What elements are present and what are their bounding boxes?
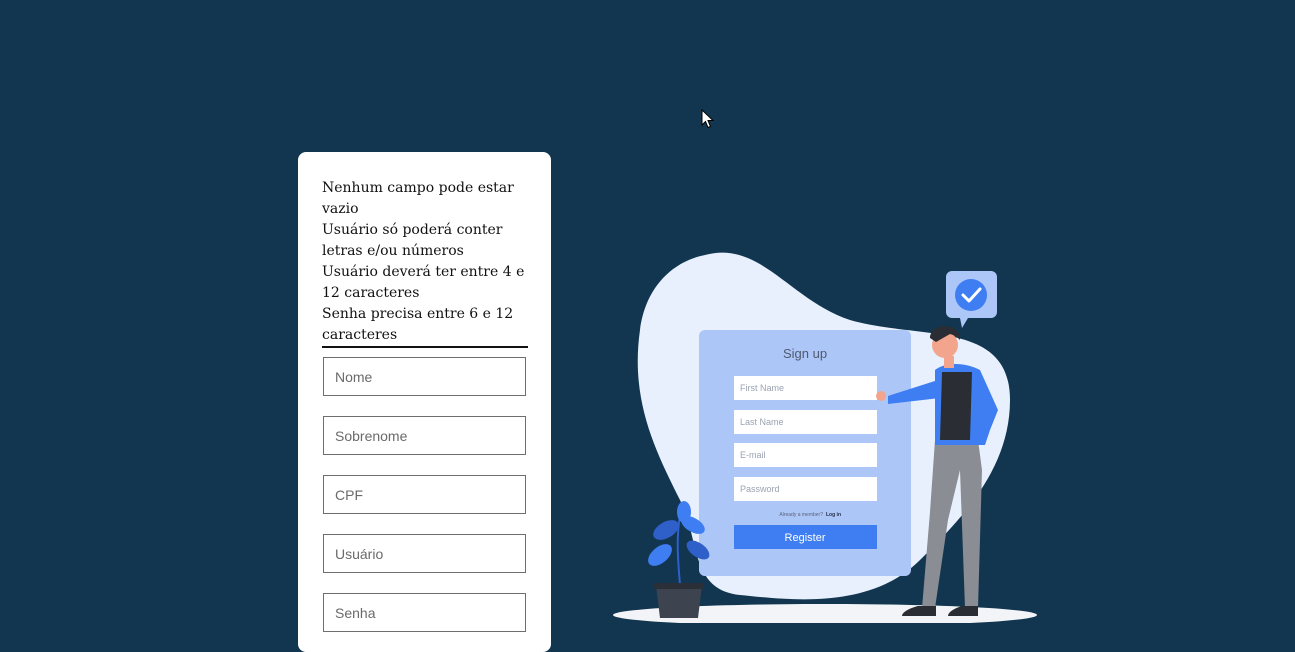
mouse-cursor-icon bbox=[701, 108, 715, 133]
login-text: Log in bbox=[826, 512, 841, 518]
signup-form-card: Nenhum campo pode estar vazio Usuário só… bbox=[298, 152, 551, 652]
rule-text: Usuário deverá ter entre 4 e 12 caracter… bbox=[322, 264, 525, 301]
check-bubble-icon bbox=[946, 271, 997, 328]
validation-rules: Nenhum campo pode estar vazio Usuário só… bbox=[322, 178, 528, 348]
password-label: Password bbox=[740, 484, 780, 494]
nome-field[interactable] bbox=[323, 357, 526, 396]
member-text: Already a member? bbox=[779, 512, 823, 518]
senha-field[interactable] bbox=[323, 593, 526, 632]
rule-text: Senha precisa entre 6 e 12 caracteres bbox=[322, 306, 514, 343]
rule-text: Usuário só poderá conter letras e/ou núm… bbox=[322, 222, 503, 259]
signup-title: Sign up bbox=[783, 346, 827, 361]
usuario-field[interactable] bbox=[323, 534, 526, 573]
register-label: Register bbox=[785, 532, 826, 544]
signup-illustration: Sign up First Name Last Name E-mail Pass… bbox=[613, 252, 1037, 623]
last-name-label: Last Name bbox=[740, 417, 784, 427]
email-label: E-mail bbox=[740, 450, 766, 460]
first-name-label: First Name bbox=[740, 383, 784, 393]
cpf-field[interactable] bbox=[323, 475, 526, 514]
rule-text: Nenhum campo pode estar vazio bbox=[322, 180, 514, 217]
sobrenome-field[interactable] bbox=[323, 416, 526, 455]
